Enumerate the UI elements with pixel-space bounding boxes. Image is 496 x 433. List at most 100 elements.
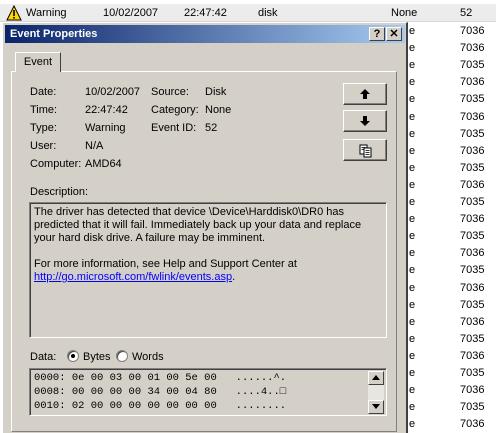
time-value: 22:47:42 <box>85 104 128 116</box>
scroll-down-button[interactable] <box>368 400 384 414</box>
description-text-box[interactable]: The driver has detected that device \Dev… <box>29 202 387 338</box>
title-bar[interactable]: Event Properties ? ✕ <box>5 25 405 43</box>
list-cell-event-id: 7035 <box>460 161 485 174</box>
computer-label: Computer: <box>30 158 82 170</box>
list-cell-event-id: 7036 <box>460 247 485 260</box>
dialog-title: Event Properties <box>10 28 98 40</box>
tab-event[interactable]: Event <box>15 52 61 72</box>
row-event-id: 52 <box>460 7 473 19</box>
list-cell-fragment: e <box>409 247 416 260</box>
row-time: 22:47:42 <box>184 7 227 19</box>
copy-button[interactable] <box>343 139 387 161</box>
list-cell-event-id: 7035 <box>460 401 485 414</box>
event-id-value: 52 <box>205 122 218 134</box>
hex-ascii: ....4..□ <box>235 386 287 398</box>
list-cell-event-id: 7036 <box>460 178 485 191</box>
previous-event-button[interactable] <box>343 83 387 105</box>
source-label: Source: <box>151 86 189 98</box>
data-label: Data: <box>30 351 57 363</box>
list-cell-fragment: e <box>409 93 416 106</box>
hex-offset: 0010: <box>34 400 66 412</box>
copy-icon <box>359 144 372 158</box>
scroll-up-icon <box>372 375 380 380</box>
list-cell-fragment: e <box>409 264 416 277</box>
next-event-button[interactable] <box>343 110 387 132</box>
list-cell-fragment: e <box>409 401 416 414</box>
list-cell-fragment: e <box>409 196 416 208</box>
list-cell-fragment: e <box>409 230 416 243</box>
list-cell-event-id: 7035 <box>460 230 485 243</box>
list-cell-event-id: 7036 <box>460 213 485 226</box>
hex-bytes: 00 00 00 00 34 00 04 80 <box>71 386 217 398</box>
hex-data-box[interactable]: 0000: 0e 00 03 00 01 00 5e 00 ......^. 0… <box>29 368 387 416</box>
help-button[interactable]: ? <box>369 27 385 41</box>
arrow-up-icon <box>360 89 370 99</box>
description-paragraph-2: For more information, see Help and Suppo… <box>34 258 382 284</box>
list-cell-event-id: 7035 <box>460 93 485 106</box>
list-cell-fragment: e <box>409 127 416 140</box>
scroll-up-button[interactable] <box>368 371 384 385</box>
list-cell-event-id: 7035 <box>460 264 485 277</box>
list-cell-event-id: 7035 <box>460 127 485 140</box>
list-cell-fragment: e <box>409 384 416 397</box>
help-link[interactable]: http://go.microsoft.com/fwlink/events.as… <box>34 271 232 283</box>
user-label: User: <box>30 140 57 152</box>
hex-bytes: 02 00 00 00 00 00 00 00 <box>71 400 217 412</box>
list-cell-event-id: 7035 <box>460 298 485 311</box>
list-cell-fragment: e <box>409 213 416 226</box>
hex-bytes: 0e 00 03 00 01 00 5e 00 <box>71 372 217 384</box>
hex-ascii: ........ <box>235 400 287 412</box>
hex-offset: 0008: <box>34 386 66 398</box>
event-properties-dialog: Event Properties ? ✕ Event Date: 10/02/2… <box>2 22 408 433</box>
list-cell-fragment: e <box>409 76 416 89</box>
category-value: None <box>205 104 232 116</box>
list-cell-event-id: 7036 <box>460 110 485 123</box>
computer-value: AMD64 <box>85 158 122 170</box>
bytes-radio[interactable] <box>67 350 79 362</box>
description-paragraph-1: The driver has detected that device \Dev… <box>34 206 362 244</box>
bytes-radio-label[interactable]: Bytes <box>83 351 111 363</box>
link-suffix: . <box>232 271 236 283</box>
list-cell-fragment: e <box>409 315 416 328</box>
type-value: Warning <box>85 122 126 134</box>
list-cell-fragment: e <box>409 59 416 72</box>
hex-scrollbar[interactable] <box>368 371 384 414</box>
list-cell-event-id: 7036 <box>460 25 485 37</box>
selected-event-row[interactable]: Warning 10/02/2007 22:47:42 disk None 52 <box>0 4 496 22</box>
type-label: Type: <box>30 122 57 134</box>
description-label: Description: <box>30 186 89 198</box>
row-source: disk <box>258 7 278 19</box>
words-radio[interactable] <box>116 350 128 362</box>
arrow-down-icon <box>360 116 370 126</box>
list-cell-event-id: 7036 <box>460 144 485 157</box>
list-cell-event-id: 7035 <box>460 332 485 345</box>
category-label: Category: <box>151 104 199 116</box>
warning-icon <box>6 5 22 21</box>
words-radio-label[interactable]: Words <box>132 351 164 363</box>
hex-offset: 0000: <box>34 372 66 384</box>
hex-ascii: ......^. <box>235 372 287 384</box>
list-cell-fragment: e <box>409 418 416 431</box>
list-cell-fragment: e <box>409 178 416 191</box>
list-cell-event-id: 7036 <box>460 418 485 431</box>
hex-row: 0008: 00 00 00 00 34 00 04 80 ....4..□ <box>34 386 286 398</box>
hex-row: 0010: 02 00 00 00 00 00 00 00 ........ <box>34 400 286 412</box>
list-cell-fragment: e <box>409 25 416 37</box>
list-cell-event-id: 7036 <box>460 349 485 362</box>
description-help-text: For more information, see Help and Suppo… <box>34 258 297 270</box>
event-id-label: Event ID: <box>151 122 197 134</box>
date-label: Date: <box>30 86 57 98</box>
list-cell-event-id: 7036 <box>460 76 485 89</box>
row-type: Warning <box>26 7 67 19</box>
list-cell-event-id: 7035 <box>460 196 485 208</box>
list-cell-fragment: e <box>409 332 416 345</box>
user-value: N/A <box>85 140 104 152</box>
list-cell-fragment: e <box>409 110 416 123</box>
close-button[interactable]: ✕ <box>386 27 402 41</box>
list-cell-event-id: 7035 <box>460 367 485 379</box>
row-category: None <box>391 7 418 19</box>
list-cell-fragment: e <box>409 298 416 311</box>
list-cell-event-id: 7035 <box>460 59 485 72</box>
list-cell-event-id: 7036 <box>460 384 485 397</box>
hex-row: 0000: 0e 00 03 00 01 00 5e 00 ......^. <box>34 372 286 384</box>
